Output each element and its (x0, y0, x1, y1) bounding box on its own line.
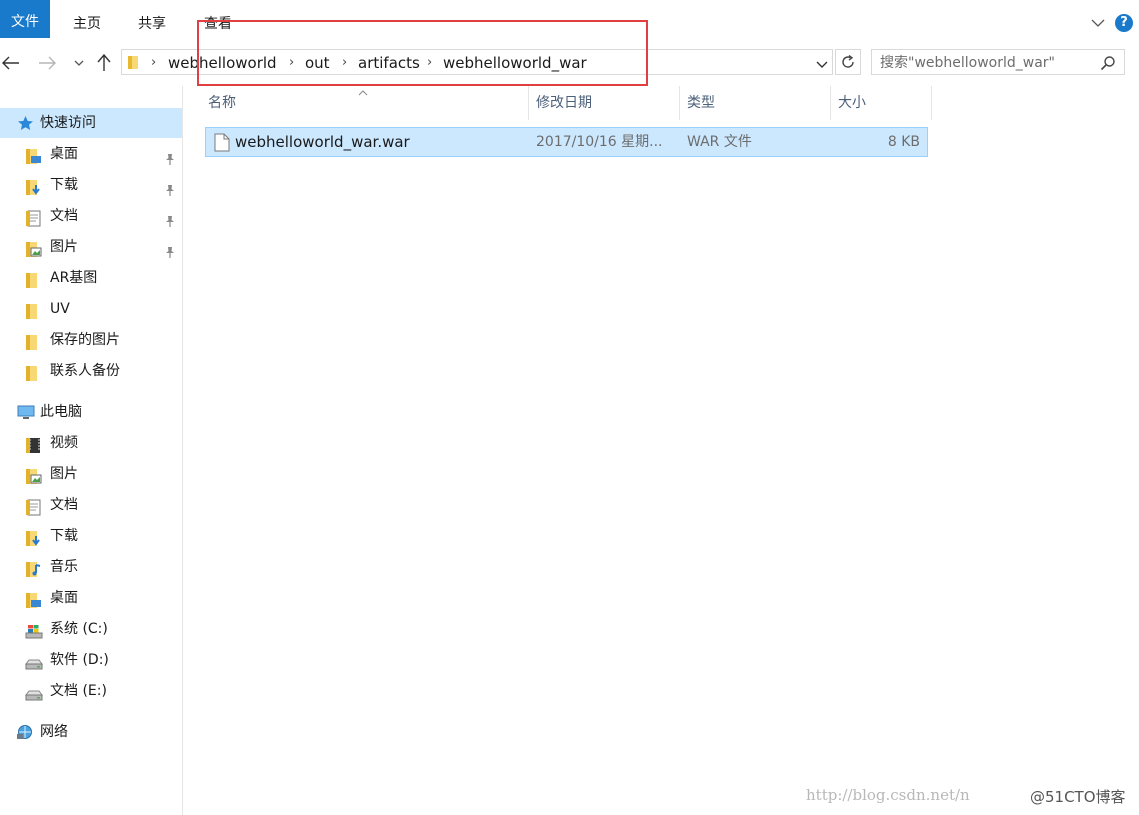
navigation-pane: 快速访问 桌面 下载 文档 图片 AR基图 UV 保存的图片 联系人备份 此电脑 视频 图片 文档… (0, 86, 183, 815)
search-placeholder: 搜索"webhelloworld_war" (880, 55, 1055, 71)
sidebar-item[interactable]: 桌面 (0, 583, 182, 613)
sidebar-item-label: UV (50, 301, 70, 317)
annotation-highlight-box (197, 20, 648, 86)
sidebar-item-label: 图片 (50, 466, 78, 482)
sidebar-item-label: 桌面 (50, 146, 78, 162)
file-icon (214, 133, 230, 156)
sidebar-item-label: 图片 (50, 239, 78, 255)
ribbon-controls: ? (1091, 14, 1133, 32)
nav-network[interactable]: 网络 (0, 717, 182, 747)
breadcrumb-separator: › (151, 55, 157, 70)
chevron-down-icon (74, 60, 84, 66)
sidebar-item-label: 系统 (C:) (50, 621, 108, 637)
up-arrow-icon (97, 54, 111, 71)
sidebar-item-label: 保存的图片 (50, 332, 120, 348)
watermark-url: http://blog.csdn.net/n (806, 786, 970, 804)
column-divider[interactable] (830, 86, 831, 120)
sidebar-item[interactable]: UV (0, 294, 182, 324)
nav-label: 快速访问 (40, 115, 96, 131)
nav-label: 网络 (40, 724, 68, 740)
column-header-modified[interactable]: 修改日期 (536, 86, 592, 120)
column-header-name[interactable]: 名称 (208, 86, 236, 120)
file-name[interactable]: webhelloworld_war.war (235, 128, 410, 156)
refresh-button[interactable] (835, 49, 861, 75)
file-modified: 2017/10/16 星期... (536, 134, 663, 150)
column-header-size[interactable]: 大小 (838, 86, 866, 120)
column-header-type[interactable]: 类型 (687, 86, 715, 120)
sidebar-item[interactable]: 保存的图片 (0, 325, 182, 355)
sidebar-item[interactable]: 系统 (C:) (0, 614, 182, 644)
help-icon[interactable]: ? (1115, 14, 1133, 32)
tab-share[interactable]: 共享 (138, 0, 166, 40)
back-arrow-icon (2, 56, 19, 70)
sidebar-item[interactable]: 图片 (0, 232, 182, 262)
column-divider[interactable] (528, 86, 529, 120)
sidebar-item-label: 软件 (D:) (50, 652, 109, 668)
up-button[interactable] (93, 52, 115, 74)
tab-file[interactable]: 文件 (0, 0, 50, 38)
sidebar-item-label: 文档 (50, 497, 78, 513)
drive-icon (25, 683, 43, 713)
forward-arrow-icon (39, 56, 56, 70)
file-row[interactable]: webhelloworld_war.war 2017/10/16 星期... W… (205, 127, 928, 157)
column-divider[interactable] (931, 86, 932, 120)
folder-icon (25, 363, 43, 393)
search-input[interactable]: 搜索"webhelloworld_war" (871, 49, 1125, 75)
search-icon[interactable] (1100, 55, 1116, 75)
star-icon (18, 116, 33, 130)
sidebar-item-label: 文档 (50, 208, 78, 224)
sidebar-item[interactable]: 文档 (0, 490, 182, 520)
folder-icon (127, 54, 141, 74)
sidebar-item[interactable]: 下载 (0, 521, 182, 551)
file-size: 8 KB (887, 134, 920, 150)
recent-locations-button[interactable] (68, 52, 90, 74)
column-divider[interactable] (679, 86, 680, 120)
sidebar-item[interactable]: AR基图 (0, 263, 182, 293)
sidebar-item-label: 联系人备份 (50, 363, 120, 379)
nav-quick-access[interactable]: 快速访问 (0, 108, 182, 138)
watermark-brand: @51CTO博客 (1030, 788, 1126, 806)
sidebar-item[interactable]: 下载 (0, 170, 182, 200)
forward-button[interactable] (36, 52, 58, 74)
sidebar-item[interactable]: 图片 (0, 459, 182, 489)
expand-ribbon-icon[interactable] (1091, 18, 1105, 28)
file-type: WAR 文件 (687, 134, 752, 150)
sidebar-item-label: 音乐 (50, 559, 78, 575)
sidebar-item[interactable]: 视频 (0, 428, 182, 458)
refresh-icon (842, 54, 854, 68)
sidebar-item[interactable]: 文档 (E:) (0, 676, 182, 706)
sidebar-item[interactable]: 文档 (0, 201, 182, 231)
nav-this-pc[interactable]: 此电脑 (0, 397, 182, 427)
address-dropdown-icon[interactable] (816, 57, 828, 73)
sidebar-item-label: AR基图 (50, 270, 98, 286)
sidebar-item[interactable]: 音乐 (0, 552, 182, 582)
sidebar-item-label: 下载 (50, 177, 78, 193)
computer-icon (17, 405, 35, 419)
sidebar-item[interactable]: 软件 (D:) (0, 645, 182, 675)
sidebar-item-label: 视频 (50, 435, 78, 451)
sort-ascending-icon (358, 84, 368, 100)
sidebar-item[interactable]: 联系人备份 (0, 356, 182, 386)
network-icon (17, 725, 32, 739)
nav-label: 此电脑 (40, 404, 82, 420)
sidebar-item-label: 下载 (50, 528, 78, 544)
tab-home[interactable]: 主页 (73, 0, 101, 40)
sidebar-item[interactable]: 桌面 (0, 139, 182, 169)
back-button[interactable] (0, 52, 22, 74)
sidebar-item-label: 文档 (E:) (50, 683, 107, 699)
sidebar-item-label: 桌面 (50, 590, 78, 606)
